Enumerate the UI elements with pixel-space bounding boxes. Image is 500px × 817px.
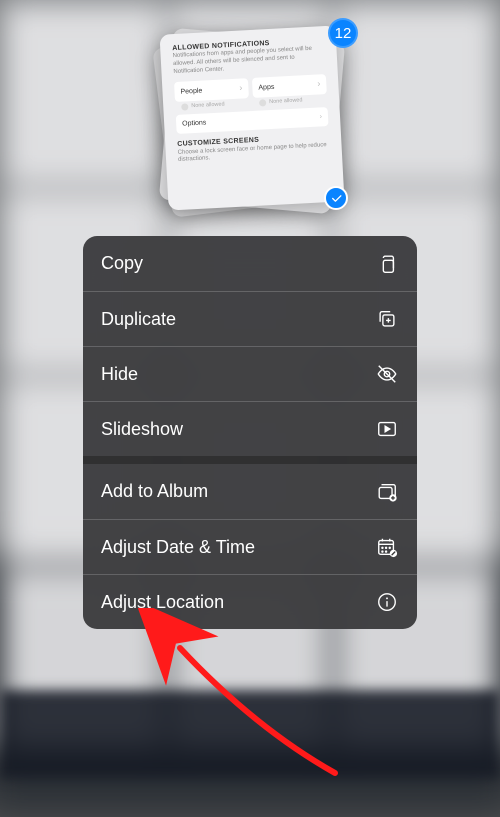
check-icon <box>330 192 343 205</box>
bottom-toolbar-blurred <box>0 690 500 778</box>
menu-label: Duplicate <box>101 309 176 330</box>
copy-icon <box>375 252 399 276</box>
selection-count: 12 <box>335 25 352 42</box>
selection-count-badge: 12 <box>328 18 358 48</box>
menu-label: Slideshow <box>101 419 183 440</box>
hide-icon <box>375 362 399 386</box>
calendar-edit-icon <box>375 535 399 559</box>
menu-label: Copy <box>101 253 143 274</box>
album-plus-icon <box>375 480 399 504</box>
checkmark-badge <box>324 186 348 210</box>
preview-apps-box: Apps› <box>252 75 327 99</box>
preview-people-box: People› <box>174 79 249 103</box>
info-icon <box>375 590 399 614</box>
menu-label: Add to Album <box>101 481 208 502</box>
menu-item-adjust-date-time[interactable]: Adjust Date & Time <box>83 519 417 574</box>
menu-item-copy[interactable]: Copy <box>83 236 417 291</box>
menu-item-slideshow[interactable]: Slideshow <box>83 401 417 456</box>
menu-item-duplicate[interactable]: Duplicate <box>83 291 417 346</box>
stack-card-front: ALLOWED NOTIFICATIONS Notifications from… <box>160 26 345 211</box>
menu-label: Hide <box>101 364 138 385</box>
duplicate-icon <box>375 307 399 331</box>
preview-options-row: Options› <box>176 107 329 134</box>
menu-label: Adjust Date & Time <box>101 537 255 558</box>
slideshow-icon <box>375 417 399 441</box>
menu-label: Adjust Location <box>101 592 224 613</box>
menu-item-add-to-album[interactable]: Add to Album <box>83 464 417 519</box>
menu-item-hide[interactable]: Hide <box>83 346 417 401</box>
selected-photos-stack[interactable]: ALLOWED NOTIFICATIONS Notifications from… <box>150 20 350 220</box>
menu-item-adjust-location[interactable]: Adjust Location <box>83 574 417 629</box>
context-menu: Copy Duplicate Hide Slideshow Add to Alb… <box>83 236 417 629</box>
menu-divider <box>83 456 417 464</box>
